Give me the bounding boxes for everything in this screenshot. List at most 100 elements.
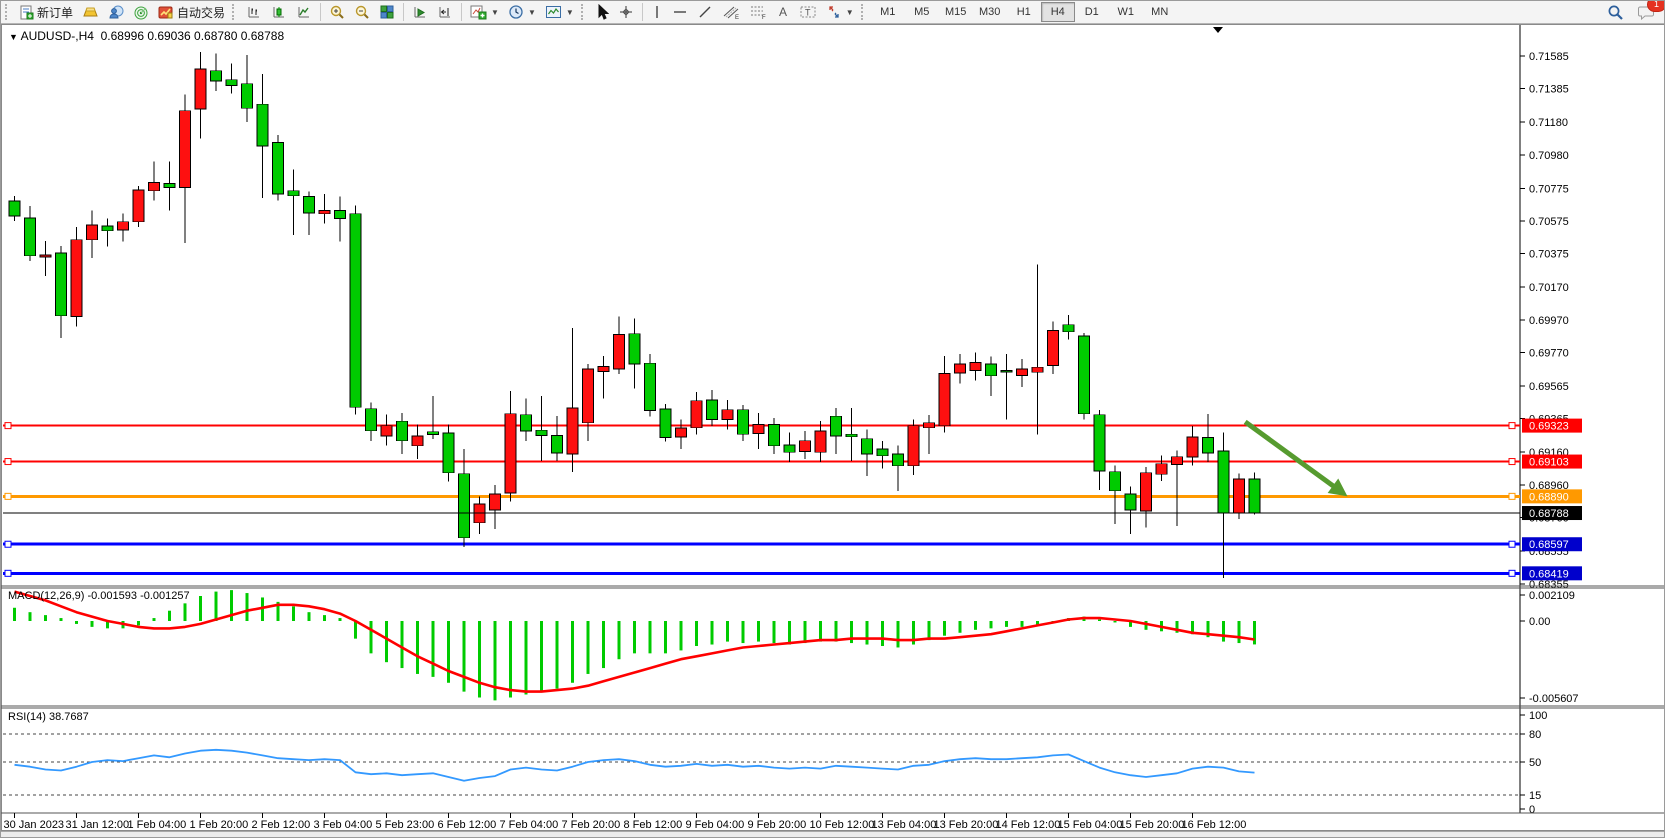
timeframe-button-H1[interactable]: H1 [1007,2,1041,22]
arrows-button[interactable]: ▼ [822,1,858,23]
svg-text:T: T [805,8,811,18]
dropdown-arrow-icon: ▼ [566,8,574,17]
radar-icon [133,5,149,20]
toolbar-separator [461,3,462,21]
price-chart-canvas[interactable]: 0.715850.713850.711800.709800.707750.705… [1,1,1665,838]
text-label-button[interactable]: T [795,1,821,23]
svg-text:100: 100 [1529,710,1547,722]
timeframe-button-D1[interactable]: D1 [1075,2,1109,22]
svg-text:50: 50 [1529,757,1541,769]
timeframe-button-M15[interactable]: M15 [939,2,973,22]
svg-text:13 Feb 20:00: 13 Feb 20:00 [934,819,999,831]
svg-text:0.70575: 0.70575 [1529,216,1569,228]
svg-text:0.71180: 0.71180 [1529,117,1568,129]
chart-shift-button[interactable] [433,1,457,23]
timeframe-button-W1[interactable]: W1 [1109,2,1143,22]
svg-text:0.69970: 0.69970 [1529,315,1569,327]
svg-text:E: E [735,15,739,20]
notifications-button[interactable]: 1 [1634,1,1660,23]
svg-text:2 Feb 12:00: 2 Feb 12:00 [252,819,311,831]
cursor-button[interactable] [591,1,613,23]
svg-text:16 Feb 12:00: 16 Feb 12:00 [1182,819,1247,831]
new-order-icon [19,5,34,20]
toolbar-grip[interactable] [581,4,588,20]
rsi-label: RSI(14) 38.7687 [8,711,89,723]
svg-text:0.70170: 0.70170 [1529,282,1569,294]
toolbar-separator [642,3,643,21]
status-strip [1,831,1665,838]
zoom-in-icon [329,4,345,20]
svg-text:15 Feb 20:00: 15 Feb 20:00 [1120,819,1185,831]
horizontal-line-button[interactable] [668,1,692,23]
zoom-out-button[interactable] [350,1,374,23]
timeframe-button-M30[interactable]: M30 [973,2,1007,22]
main-toolbar: 新订单 自动交易 [1,1,1665,24]
vertical-line-button[interactable] [647,1,667,23]
svg-text:0.71385: 0.71385 [1529,84,1569,96]
timeframe-button-MN[interactable]: MN [1143,2,1177,22]
svg-text:15: 15 [1529,790,1541,802]
auto-trading-icon [158,5,174,20]
toolbar-grip[interactable] [861,4,868,20]
periods-button[interactable]: ▼ [504,1,540,23]
gold-ingot-icon [82,5,99,20]
toolbar-grip[interactable] [5,4,12,20]
timeframe-button-H4[interactable]: H4 [1041,2,1075,22]
text-button[interactable]: A [772,1,794,23]
macd-label: MACD(12,26,9) -0.001593 -0.001257 [8,590,190,602]
zoom-in-button[interactable] [325,1,349,23]
svg-text:-0.005607: -0.005607 [1529,693,1579,705]
toolbar-grip[interactable] [232,4,239,20]
candlestick-chart-button[interactable] [267,1,291,23]
auto-trading-button[interactable]: 自动交易 [154,1,229,23]
line-chart-button[interactable] [292,1,316,23]
signals-button[interactable] [129,1,153,23]
collapse-triangle-icon[interactable]: ▼ [9,32,18,42]
auto-scroll-button[interactable] [408,1,432,23]
svg-text:30 Jan 2023: 30 Jan 2023 [4,819,65,831]
new-order-button[interactable]: 新订单 [15,1,77,23]
person-globe-icon [108,5,124,20]
candlestick-chart-icon [271,4,287,20]
fibonacci-button[interactable]: F [745,1,771,23]
trendline-button[interactable] [693,1,717,23]
horizontal-line-icon [672,4,688,20]
tile-windows-button[interactable] [375,1,399,23]
svg-text:10 Feb 12:00: 10 Feb 12:00 [810,819,875,831]
terminal-window: 新订单 自动交易 [0,0,1665,838]
svg-text:0.71585: 0.71585 [1529,51,1569,63]
line-chart-icon [296,4,312,20]
metaeditor-button[interactable] [78,1,103,23]
community-button[interactable] [104,1,128,23]
auto-trading-label: 自动交易 [177,4,225,21]
timeframe-button-M5[interactable]: M5 [905,2,939,22]
svg-text:7 Feb 04:00: 7 Feb 04:00 [500,819,559,831]
symbol-ohlc-label[interactable]: ▼ AUDUSD-,H4 0.68996 0.69036 0.68780 0.6… [9,29,284,43]
search-button[interactable] [1603,1,1628,23]
timeframe-button-M1[interactable]: M1 [871,2,905,22]
symbol-name: AUDUSD-,H4 [21,29,94,43]
search-icon [1607,4,1624,21]
zoom-out-icon [354,4,370,20]
arrow-objects-icon [826,4,842,20]
text-icon: A [776,4,790,20]
trendline-icon [697,4,713,20]
svg-text:0.70375: 0.70375 [1529,249,1569,261]
svg-text:6 Feb 12:00: 6 Feb 12:00 [438,819,497,831]
svg-text:8 Feb 12:00: 8 Feb 12:00 [624,819,683,831]
toolbar-right-cluster: 1 [1603,1,1664,23]
bar-chart-button[interactable] [242,1,266,23]
svg-text:0.00: 0.00 [1529,616,1550,628]
crosshair-button[interactable] [614,1,638,23]
templates-button[interactable]: ▼ [541,1,578,23]
auto-scroll-icon [412,4,428,20]
dropdown-arrow-icon: ▼ [528,8,536,17]
timeframe-group: M1M5M15M30H1H4D1W1MN [871,2,1177,22]
svg-text:7 Feb 20:00: 7 Feb 20:00 [562,819,621,831]
svg-text:3 Feb 04:00: 3 Feb 04:00 [314,819,373,831]
svg-text:80: 80 [1529,729,1541,741]
svg-text:1 Feb 04:00: 1 Feb 04:00 [128,819,187,831]
indicators-button[interactable]: ▼ [466,1,503,23]
notification-badge: 1 [1647,0,1665,12]
equidistant-channel-button[interactable]: E [718,1,744,23]
